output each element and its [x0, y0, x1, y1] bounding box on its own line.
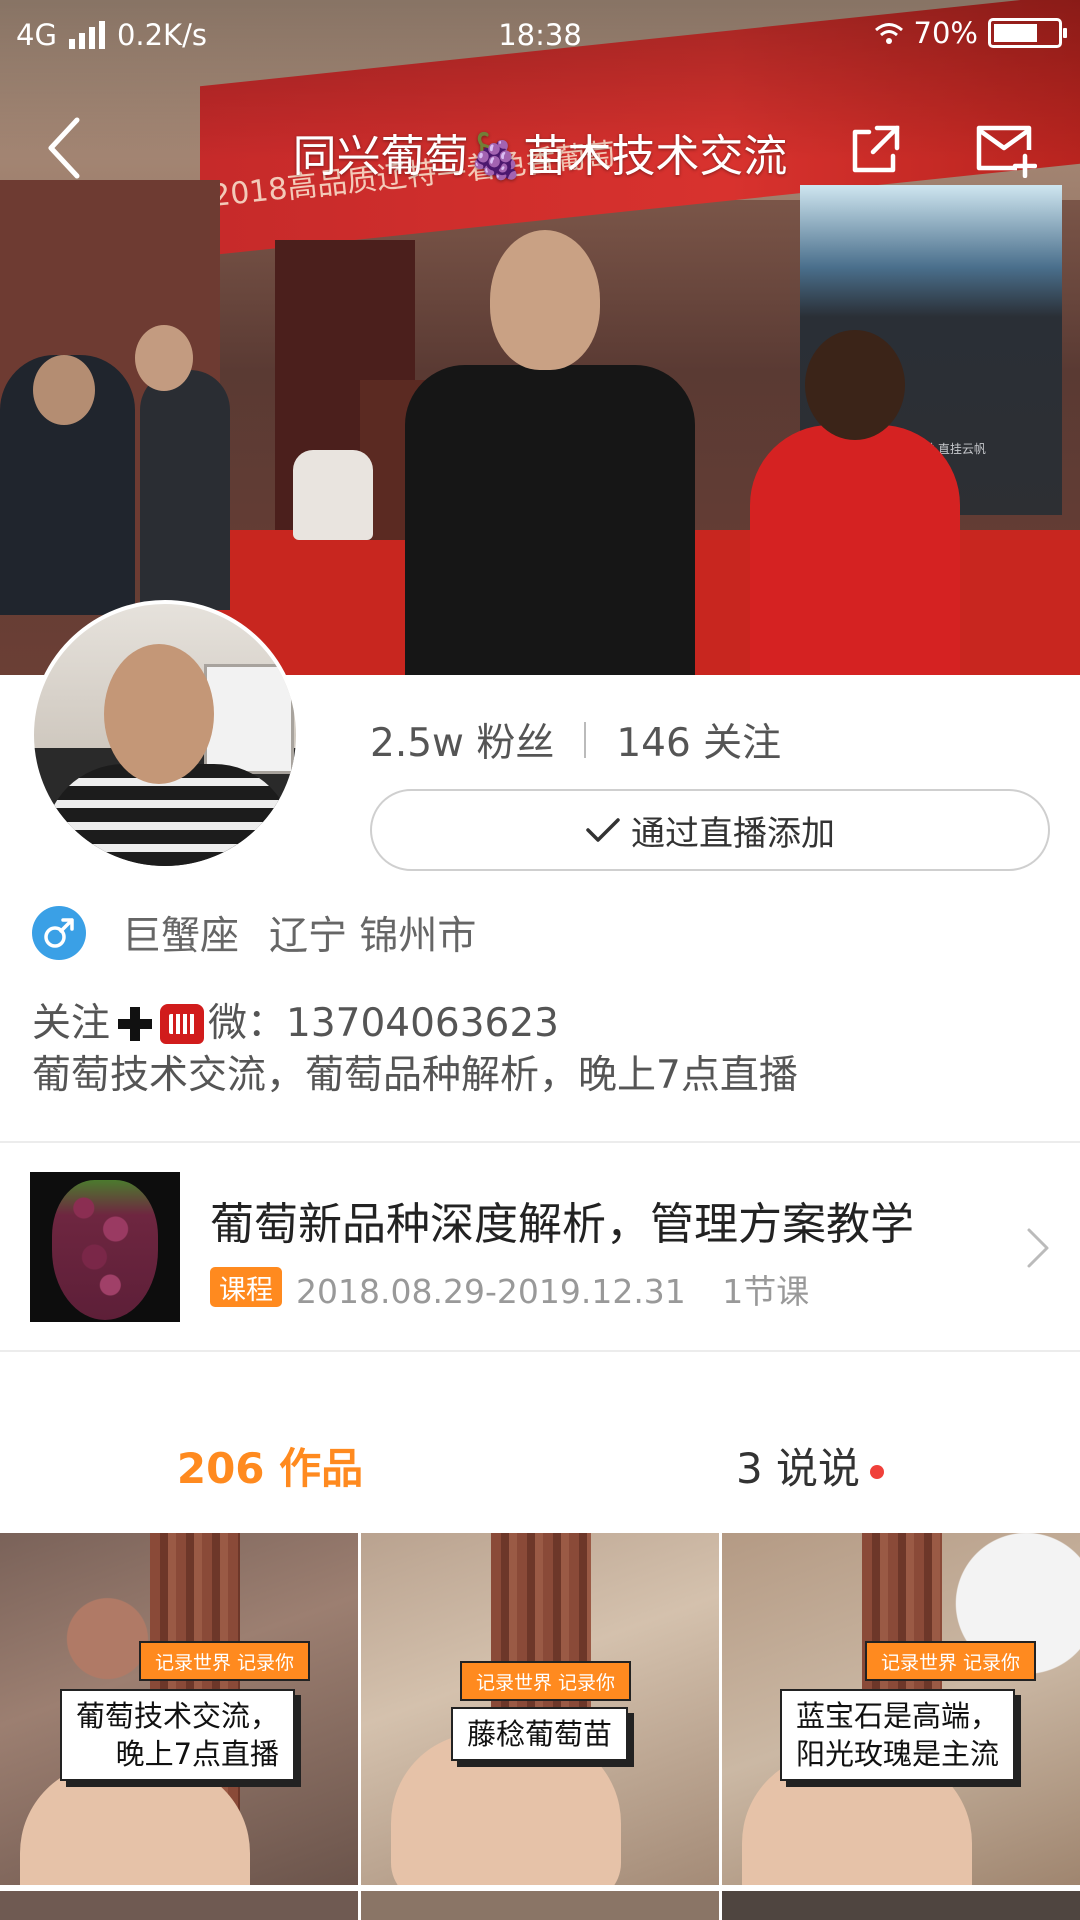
avatar-background-window: [204, 664, 294, 774]
avatar[interactable]: [30, 600, 300, 870]
nav-bar: 同兴葡萄🍇苗木技术交流: [0, 100, 1080, 200]
video-watermark-tag: 记录世界 记录你: [138, 1641, 310, 1681]
video-thumbnail[interactable]: 记录世界 记录你 蓝宝石是高端， 阳光玫瑰是主流: [722, 1533, 1080, 1885]
avatar-face: [104, 644, 214, 784]
video-watermark-tag: 记录世界 记录你: [864, 1641, 1036, 1681]
cover-person-head: [490, 230, 600, 370]
battery-icon: [988, 18, 1067, 48]
add-via-live-label: 通过直播添加: [631, 813, 835, 854]
cover-chair: [293, 450, 373, 540]
video-thumbnail[interactable]: [0, 1891, 358, 1920]
tab-works[interactable]: 206 作品: [0, 1435, 540, 1496]
bio-line-1: 关注 微：13704063623: [32, 998, 798, 1050]
telephone-emoji-icon: [160, 1004, 205, 1044]
bio-contact: 微：13704063623: [208, 1001, 559, 1046]
grapes-image: [52, 1180, 158, 1320]
add-message-button[interactable]: [965, 115, 1045, 185]
cover-person-head: [135, 325, 193, 391]
status-bar: 4G 0.2K/s 18:38 70%: [0, 0, 1080, 75]
hand: [20, 1763, 250, 1885]
share-icon: [852, 125, 900, 173]
course-dates: 2018.08.29-2019.12.31: [296, 1272, 686, 1311]
battery-percent: 70%: [913, 16, 978, 50]
profile-stats: 2.5w 粉丝 146 关注: [370, 712, 781, 768]
video-watermark-tag: 记录世界 记录你: [459, 1661, 631, 1701]
profile-tabs: 206 作品 3 说说: [0, 1400, 1080, 1530]
course-thumbnail: [30, 1172, 180, 1322]
profile-bio: 关注 微：13704063623 葡萄技术交流，葡萄品种解析，晚上7点直播: [32, 998, 798, 1102]
video-caption-line: 阳光玫瑰是主流: [796, 1737, 1000, 1771]
video-caption-line: 蓝宝石是高端，: [796, 1699, 1000, 1733]
video-caption-card: 记录世界 记录你 葡萄技术交流， 晚上7点直播: [60, 1641, 310, 1781]
course-lesson-count: 1节课: [722, 1272, 810, 1311]
video-caption: 蓝宝石是高端， 阳光玫瑰是主流: [780, 1689, 1016, 1781]
battery-fill: [994, 24, 1037, 42]
chevron-right-icon: [1018, 1223, 1058, 1273]
tab-posts-label: 3 说说: [735, 1444, 861, 1493]
video-thumbnail[interactable]: 记录世界 记录你 葡萄技术交流， 晚上7点直播: [0, 1533, 358, 1885]
cover-person-main: [405, 230, 695, 675]
following-count[interactable]: 146 关注: [616, 712, 781, 768]
followers-count[interactable]: 2.5w 粉丝: [370, 712, 554, 768]
section-divider: [0, 1350, 1080, 1352]
cover-person-hair: [805, 330, 905, 440]
video-caption-line: 藤稔葡萄苗: [467, 1717, 613, 1751]
course-card[interactable]: 葡萄新品种深度解析，管理方案教学 课程 2018.08.29-2019.12.3…: [0, 1143, 1080, 1351]
male-gender-icon: [32, 906, 86, 960]
cover-person-body: [405, 365, 695, 675]
notification-dot: [870, 1464, 885, 1479]
wifi-icon: [874, 23, 903, 44]
zodiac-sign: 巨蟹座: [122, 914, 240, 959]
video-thumbnail[interactable]: 记录世界 记录你 藤稔葡萄苗: [361, 1533, 719, 1885]
page-title: 同兴葡萄🍇苗木技术交流: [292, 131, 788, 182]
video-grid: 记录世界 记录你 葡萄技术交流， 晚上7点直播 记录世界 记录你 藤稔葡萄苗 记…: [0, 1533, 1080, 1920]
location: 辽宁 锦州市: [269, 914, 477, 959]
video-caption-card: 记录世界 记录你 藤稔葡萄苗: [451, 1661, 631, 1761]
checkmark-icon: [586, 818, 620, 842]
tab-posts[interactable]: 3 说说: [540, 1435, 1080, 1496]
video-caption-line: 晚上7点直播: [115, 1737, 280, 1771]
video-thumbnail[interactable]: [722, 1891, 1080, 1920]
cover-person-head: [33, 355, 95, 425]
profile-info-line: 巨蟹座 辽宁 锦州市: [32, 905, 476, 961]
video-caption: 葡萄技术交流， 晚上7点直播: [60, 1689, 296, 1781]
plus-emoji-icon: [116, 1005, 154, 1043]
video-thumbnail[interactable]: [361, 1891, 719, 1920]
bio-line-2: 葡萄技术交流，葡萄品种解析，晚上7点直播: [32, 1053, 798, 1098]
video-caption-card: 记录世界 记录你 蓝宝石是高端， 阳光玫瑰是主流: [780, 1641, 1036, 1781]
add-via-live-button[interactable]: 通过直播添加: [370, 789, 1050, 871]
cover-person-red-dress: [750, 330, 960, 675]
course-meta: 2018.08.29-2019.12.31 1节课: [296, 1265, 809, 1313]
mail-plus-icon: [976, 125, 1037, 178]
video-caption-line: 葡萄技术交流，: [76, 1699, 280, 1733]
bio-prefix: 关注: [32, 1001, 111, 1046]
cover-person-body: [750, 425, 960, 675]
course-badge: 课程: [210, 1267, 282, 1307]
stats-divider: [584, 722, 587, 758]
video-caption: 藤稔葡萄苗: [451, 1707, 629, 1761]
share-button[interactable]: [840, 115, 910, 185]
cover-person: [140, 370, 230, 610]
status-right: 70%: [874, 16, 1067, 50]
course-title: 葡萄新品种深度解析，管理方案教学: [210, 1199, 914, 1250]
